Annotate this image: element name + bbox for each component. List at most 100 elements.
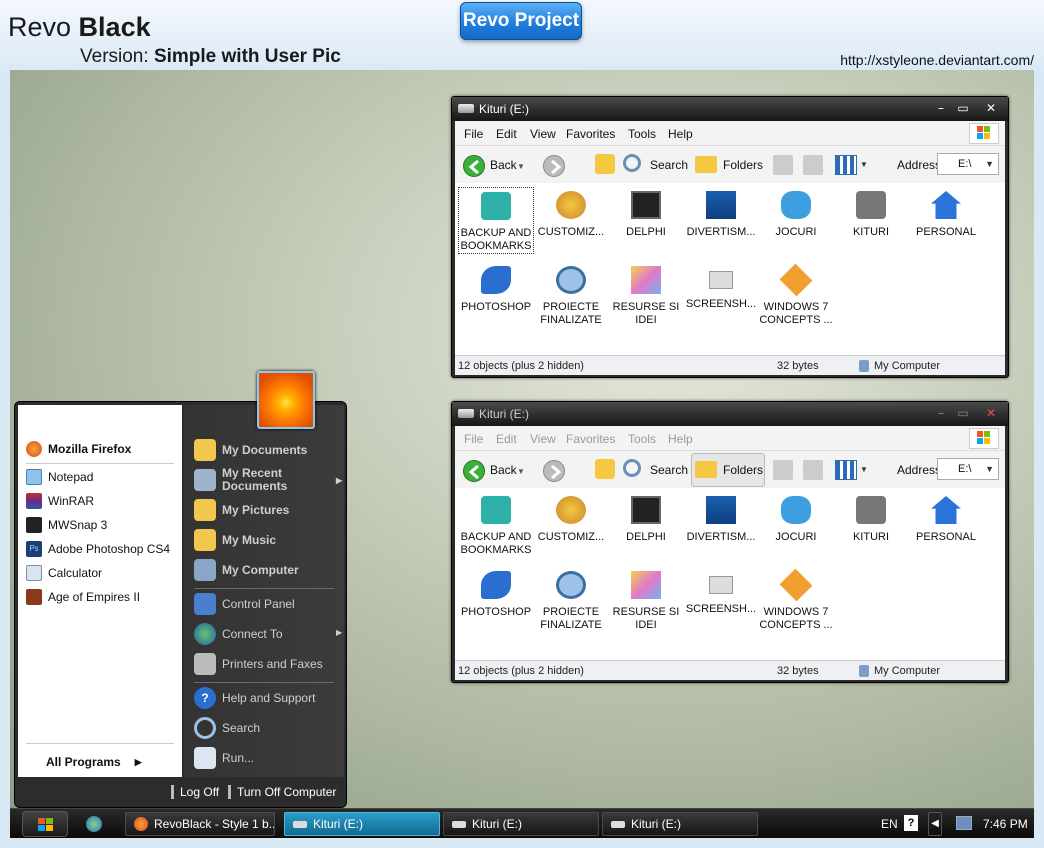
recent-photoshop[interactable]: Ps Adobe Photoshop CS4 bbox=[26, 539, 170, 559]
address-dropdown-icon[interactable]: ▼ bbox=[985, 154, 994, 174]
title-bar[interactable]: Kituri (E:) – ▭ ✕ bbox=[452, 402, 1008, 426]
recent-mwsnap[interactable]: MWSnap 3 bbox=[26, 515, 107, 535]
folder-item[interactable]: DELPHI bbox=[608, 187, 684, 239]
forward-arrow-icon[interactable] bbox=[543, 155, 565, 177]
close-button[interactable]: ✕ bbox=[982, 406, 1000, 421]
address-field[interactable]: E:\ ▼ bbox=[937, 458, 999, 480]
menu-edit[interactable]: Edit bbox=[496, 432, 517, 446]
help-and-support[interactable]: ? Help and Support bbox=[194, 685, 315, 711]
folder-item[interactable]: WINDOWS 7 CONCEPTS ... bbox=[758, 567, 834, 632]
folder-item[interactable]: RESURSE SI IDEI bbox=[608, 567, 684, 632]
menu-favorites[interactable]: Favorites bbox=[566, 432, 615, 446]
menu-view[interactable]: View bbox=[530, 432, 556, 446]
start-button[interactable] bbox=[22, 811, 68, 837]
log-off-button[interactable]: Log Off bbox=[171, 782, 219, 802]
folder-item[interactable]: PERSONAL bbox=[908, 187, 984, 239]
up-folder-icon[interactable] bbox=[595, 459, 615, 479]
back-arrow-icon[interactable] bbox=[463, 460, 485, 482]
search[interactable]: Search bbox=[194, 715, 260, 741]
folder-item[interactable]: PHOTOSHOP bbox=[458, 262, 534, 314]
folders-button[interactable]: Folders bbox=[723, 158, 763, 172]
back-button[interactable]: Back bbox=[490, 463, 517, 477]
explorer-window-inactive[interactable]: Kituri (E:) – ▭ ✕ File Edit View Favorit… bbox=[451, 401, 1009, 683]
minimize-button[interactable]: – bbox=[932, 406, 950, 421]
my-recent-documents[interactable]: My Recent Documents ▶ bbox=[194, 467, 342, 493]
turn-off-button[interactable]: Turn Off Computer bbox=[228, 782, 336, 802]
folder-item[interactable]: BACKUP AND BOOKMARKS bbox=[458, 187, 534, 254]
control-panel[interactable]: Control Panel bbox=[194, 591, 295, 617]
my-pictures[interactable]: My Pictures bbox=[194, 497, 289, 523]
back-dropdown-icon[interactable]: ▼ bbox=[517, 467, 525, 476]
recent-winrar[interactable]: WinRAR bbox=[26, 491, 94, 511]
back-dropdown-icon[interactable]: ▼ bbox=[517, 162, 525, 171]
menu-help[interactable]: Help bbox=[668, 127, 693, 141]
folder-item[interactable]: JOCURI bbox=[758, 492, 834, 544]
taskbar-button-kituri[interactable]: Kituri (E:) bbox=[602, 812, 758, 836]
up-folder-icon[interactable] bbox=[595, 154, 615, 174]
help-tray-icon[interactable]: ? bbox=[904, 815, 918, 831]
network-icon[interactable] bbox=[956, 816, 972, 830]
taskbar-button-revoblack[interactable]: RevoBlack - Style 1 b... bbox=[125, 812, 275, 836]
views-icon[interactable] bbox=[835, 155, 857, 175]
views-icon[interactable] bbox=[835, 460, 857, 480]
address-dropdown-icon[interactable]: ▼ bbox=[985, 459, 994, 479]
language-indicator[interactable]: EN bbox=[881, 817, 898, 831]
menu-tools[interactable]: Tools bbox=[628, 432, 656, 446]
recent-calculator[interactable]: Calculator bbox=[26, 563, 102, 583]
clock[interactable]: 7:46 PM bbox=[983, 817, 1028, 831]
folder-item[interactable]: PHOTOSHOP bbox=[458, 567, 534, 619]
views-dropdown-icon[interactable]: ▼ bbox=[860, 465, 868, 474]
user-picture[interactable] bbox=[257, 371, 315, 429]
menu-favorites[interactable]: Favorites bbox=[566, 127, 615, 141]
search-button[interactable]: Search bbox=[650, 158, 688, 172]
folder-item[interactable]: SCREENSH... bbox=[683, 567, 759, 616]
views-dropdown-icon[interactable]: ▼ bbox=[860, 160, 868, 169]
copy-to-icon[interactable] bbox=[803, 460, 823, 480]
taskbar-button-kituri[interactable]: Kituri (E:) bbox=[443, 812, 599, 836]
folder-item[interactable]: KITURI bbox=[833, 187, 909, 239]
minimize-button[interactable]: – bbox=[932, 101, 950, 116]
folder-item[interactable]: WINDOWS 7 CONCEPTS ... bbox=[758, 262, 834, 327]
copy-to-icon[interactable] bbox=[803, 155, 823, 175]
folder-item[interactable]: CUSTOMIZ... bbox=[533, 492, 609, 544]
folder-item[interactable]: CUSTOMIZ... bbox=[533, 187, 609, 239]
maximize-button[interactable]: ▭ bbox=[954, 101, 972, 116]
back-arrow-icon[interactable] bbox=[463, 155, 485, 177]
folder-item[interactable]: PERSONAL bbox=[908, 492, 984, 544]
my-documents[interactable]: My Documents bbox=[194, 437, 307, 463]
tray-expand-icon[interactable]: ◀ bbox=[928, 812, 942, 836]
all-programs-button[interactable]: All Programs ▶ bbox=[46, 752, 142, 772]
menu-tools[interactable]: Tools bbox=[628, 127, 656, 141]
folder-item[interactable]: DIVERTISM... bbox=[683, 187, 759, 239]
recent-age-of-empires[interactable]: Age of Empires II bbox=[26, 587, 140, 607]
folder-item[interactable]: DIVERTISM... bbox=[683, 492, 759, 544]
my-music[interactable]: My Music bbox=[194, 527, 276, 553]
menu-help[interactable]: Help bbox=[668, 432, 693, 446]
printers-and-faxes[interactable]: Printers and Faxes bbox=[194, 651, 323, 677]
search-button[interactable]: Search bbox=[650, 463, 688, 477]
forward-arrow-icon[interactable] bbox=[543, 460, 565, 482]
folders-button[interactable]: Folders bbox=[723, 463, 763, 477]
menu-edit[interactable]: Edit bbox=[496, 127, 517, 141]
move-to-icon[interactable] bbox=[773, 460, 793, 480]
folder-item[interactable]: KITURI bbox=[833, 492, 909, 544]
folder-item[interactable]: JOCURI bbox=[758, 187, 834, 239]
recent-notepad[interactable]: Notepad bbox=[26, 467, 93, 487]
back-button[interactable]: Back bbox=[490, 158, 517, 172]
menu-file[interactable]: File bbox=[464, 127, 483, 141]
maximize-button[interactable]: ▭ bbox=[954, 406, 972, 421]
taskbar-button-kituri-active[interactable]: Kituri (E:) bbox=[284, 812, 440, 836]
run[interactable]: Run... bbox=[194, 745, 254, 771]
folder-item[interactable]: SCREENSH... bbox=[683, 262, 759, 311]
folder-item[interactable]: DELPHI bbox=[608, 492, 684, 544]
revo-project-button[interactable]: Revo Project bbox=[460, 2, 582, 40]
pinned-firefox[interactable]: Mozilla Firefox bbox=[26, 439, 131, 459]
folder-item[interactable]: RESURSE SI IDEI bbox=[608, 262, 684, 327]
folder-item[interactable]: BACKUP AND BOOKMARKS bbox=[458, 492, 534, 557]
address-field[interactable]: E:\ ▼ bbox=[937, 153, 999, 175]
connect-to[interactable]: Connect To ▶ bbox=[194, 621, 342, 647]
menu-file[interactable]: File bbox=[464, 432, 483, 446]
folder-item[interactable]: PROIECTE FINALIZATE bbox=[533, 567, 609, 632]
explorer-window-active[interactable]: Kituri (E:) – ▭ ✕ File Edit View Favorit… bbox=[451, 96, 1009, 378]
title-bar[interactable]: Kituri (E:) – ▭ ✕ bbox=[452, 97, 1008, 121]
